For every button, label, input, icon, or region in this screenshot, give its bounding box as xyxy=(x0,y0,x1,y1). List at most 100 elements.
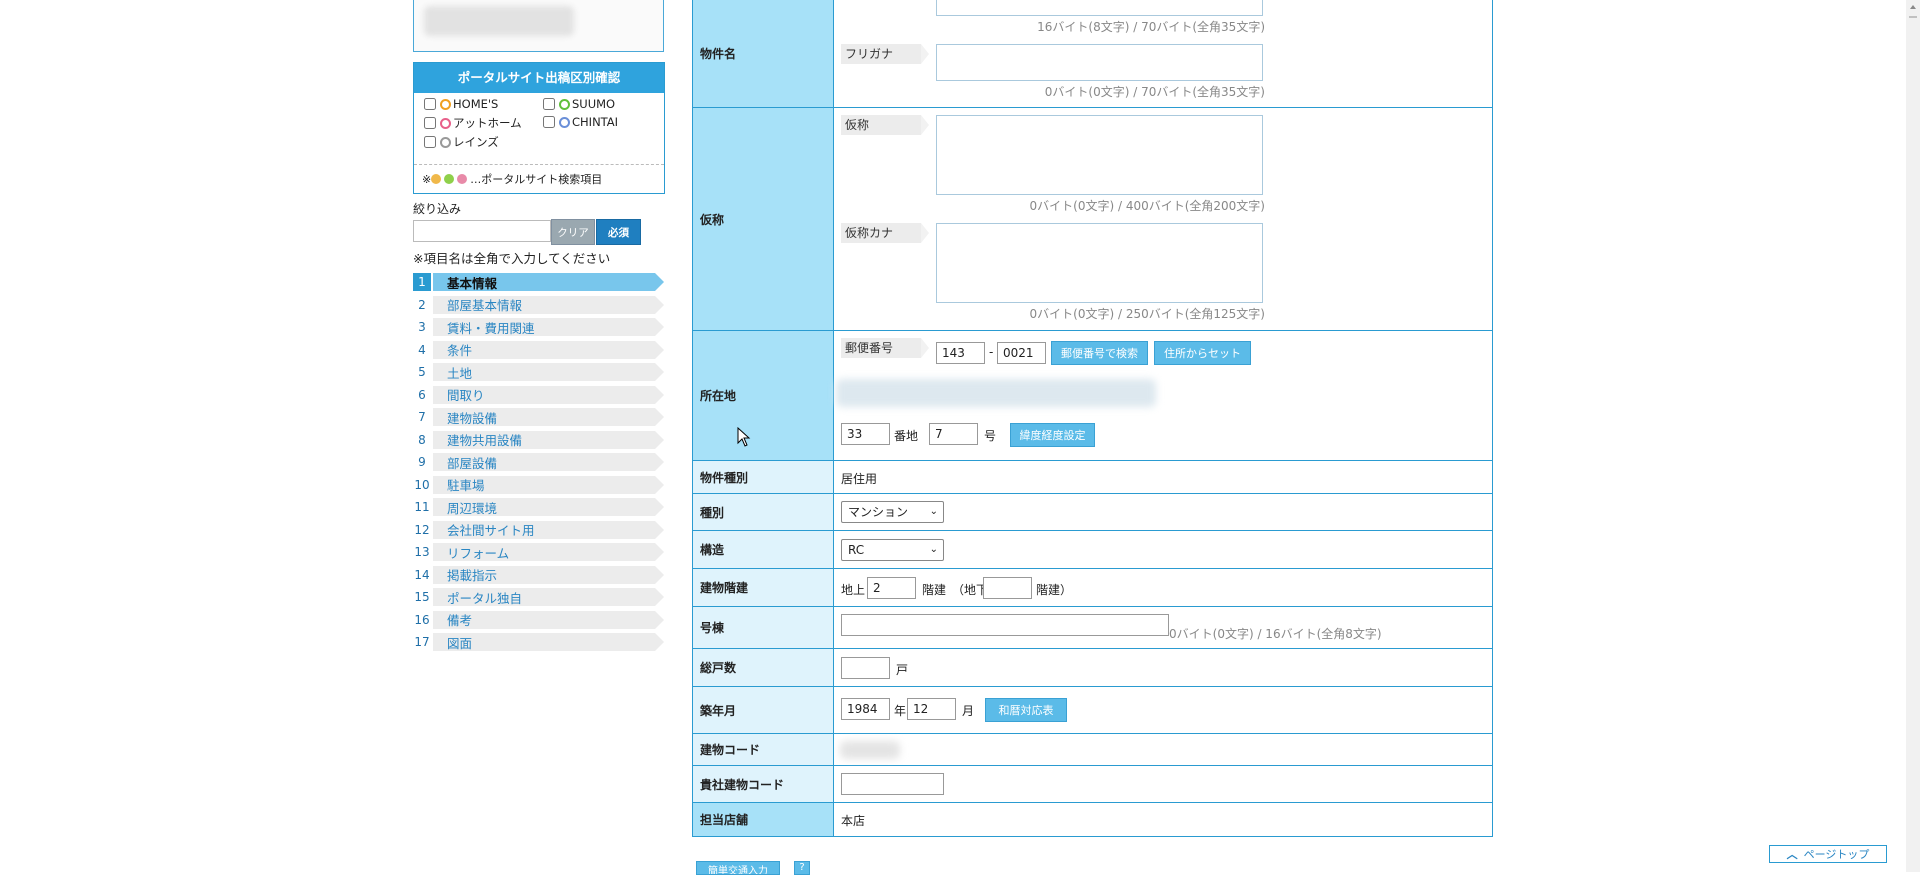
clear-button[interactable]: クリア xyxy=(551,219,595,245)
row-building-no: 号棟 0バイト(0文字) / 16バイト(全角8文字) xyxy=(693,607,1492,649)
sidebar-item-10[interactable]: 10 駐車場 xyxy=(413,474,664,497)
nav-label: 掲載指示 xyxy=(447,568,498,584)
units-input[interactable] xyxy=(841,657,890,679)
banchi-unit: 番地 xyxy=(894,429,919,443)
portal-check-reins[interactable]: レインズ xyxy=(424,134,499,150)
row-label: 物件種別 xyxy=(693,461,834,493)
row-store: 担当店舗 本店 xyxy=(693,803,1492,836)
char-counter: 0バイト(0文字) / 16バイト(全角8文字) xyxy=(1169,627,1382,641)
vertical-scrollbar[interactable] xyxy=(1906,0,1920,872)
nav-label: 建物設備 xyxy=(447,410,498,426)
scroll-up-arrow-icon[interactable] xyxy=(1906,0,1920,14)
required-button[interactable]: 必須 xyxy=(596,219,641,245)
sidebar-item-8[interactable]: 8 建物共用設備 xyxy=(413,429,664,452)
sidebar-item-1[interactable]: 1 基本情報 xyxy=(413,271,664,294)
furigana-textarea[interactable] xyxy=(936,44,1263,81)
sidebar-item-15[interactable]: 15 ポータル独自 xyxy=(413,586,664,609)
latlng-button[interactable]: 緯度経度設定 xyxy=(1010,423,1095,447)
checkbox[interactable] xyxy=(543,98,555,110)
option-label: アットホーム xyxy=(453,116,522,130)
property-type-value: 居住用 xyxy=(841,472,878,486)
below-floors-input[interactable] xyxy=(983,577,1032,599)
nav-label: 図面 xyxy=(447,635,473,651)
row-address: 所在地 郵便番号 143 - 0021 郵便番号で検索 住所からセット 33 番… xyxy=(693,331,1492,461)
sidebar-item-5[interactable]: 5 土地 xyxy=(413,361,664,384)
checkbox[interactable] xyxy=(424,136,436,148)
mouse-cursor-icon xyxy=(737,427,751,447)
sidebar-item-6[interactable]: 6 間取り xyxy=(413,384,664,407)
note-prefix: ※ xyxy=(422,172,432,186)
portal-check-suumo[interactable]: SUUMO xyxy=(543,97,615,111)
help-button[interactable]: ? xyxy=(794,861,810,875)
zip-search-button[interactable]: 郵便番号で検索 xyxy=(1051,341,1148,365)
row-units: 総戸数 戸 xyxy=(693,649,1492,687)
nav-label: ポータル独自 xyxy=(447,590,523,606)
set-from-address-button[interactable]: 住所からセット xyxy=(1154,341,1251,365)
row-label: 担当店舗 xyxy=(693,803,834,836)
your-building-code-input[interactable] xyxy=(841,773,944,795)
alias-textarea[interactable] xyxy=(936,115,1263,195)
banchi-input[interactable]: 33 xyxy=(841,423,890,445)
sidebar-item-7[interactable]: 7 建物設備 xyxy=(413,406,664,429)
nav-number: 12 xyxy=(414,522,430,537)
row-label: 号棟 xyxy=(693,607,834,648)
nav-number: 1 xyxy=(413,273,431,292)
sidebar-item-16[interactable]: 16 備考 xyxy=(413,609,664,632)
filter-input[interactable] xyxy=(413,220,551,242)
scroll-thumb[interactable] xyxy=(1909,16,1917,18)
sidebar-item-12[interactable]: 12 会社間サイト用 xyxy=(413,519,664,542)
row-label: 種別 xyxy=(693,494,834,530)
portal-legend-note: ※ …ポータルサイト検索項目 xyxy=(414,164,664,193)
sidebar-item-4[interactable]: 4 条件 xyxy=(413,339,664,362)
sidebar-item-17[interactable]: 17 図面 xyxy=(413,631,664,654)
go-input[interactable]: 7 xyxy=(929,423,978,445)
chevron-down-icon: ⌄ xyxy=(929,544,938,555)
store-value: 本店 xyxy=(841,814,866,828)
sidebar-item-9[interactable]: 9 部屋設備 xyxy=(413,451,664,474)
property-name-textarea[interactable] xyxy=(936,0,1263,16)
option-label: HOME'S xyxy=(453,97,499,111)
above-floors-input[interactable]: 2 xyxy=(867,577,916,599)
zip-first-input[interactable]: 143 xyxy=(936,342,985,364)
nav-label: 建物共用設備 xyxy=(447,433,523,449)
nav-number: 4 xyxy=(418,342,426,357)
zip-label: 郵便番号 xyxy=(841,338,929,358)
building-no-input[interactable] xyxy=(841,614,1169,636)
built-month-input[interactable]: 12 xyxy=(907,698,956,720)
checkbox[interactable] xyxy=(424,117,436,129)
sidebar-item-14[interactable]: 14 掲載指示 xyxy=(413,564,664,587)
sidebar-item-2[interactable]: 2 部屋基本情報 xyxy=(413,294,664,317)
checkbox[interactable] xyxy=(543,116,555,128)
row-label: 建物コード xyxy=(693,734,834,765)
nav-number: 14 xyxy=(414,567,430,582)
row-structure: 構造 RC ⌄ xyxy=(693,531,1492,569)
ring-icon xyxy=(440,117,451,129)
year-unit: 年 xyxy=(894,704,907,718)
sidebar-item-13[interactable]: 13 リフォーム xyxy=(413,541,664,564)
portal-check-chintai[interactable]: CHINTAI xyxy=(543,115,618,129)
ring-icon xyxy=(559,98,570,110)
chevron-down-icon: ⌄ xyxy=(929,506,938,517)
above-suffix: 階建 xyxy=(922,583,947,597)
page-top-label: ページトップ xyxy=(1803,848,1870,861)
alias-kana-textarea[interactable] xyxy=(936,223,1263,303)
portal-check-homes[interactable]: HOME'S xyxy=(424,97,498,111)
nav-number: 10 xyxy=(414,477,430,492)
structure-select[interactable]: RC ⌄ xyxy=(841,539,944,561)
sidebar-item-11[interactable]: 11 周辺環境 xyxy=(413,496,664,519)
checkbox[interactable] xyxy=(424,98,436,110)
nav-label: 周辺環境 xyxy=(447,500,498,516)
portal-check-athome[interactable]: アットホーム xyxy=(424,115,522,131)
go-unit: 号 xyxy=(984,429,997,443)
easy-transit-button[interactable]: 簡単交通入力 xyxy=(696,861,780,875)
nav-label: 駐車場 xyxy=(447,478,485,494)
zip-second-input[interactable]: 0021 xyxy=(997,342,1046,364)
built-year-input[interactable]: 1984 xyxy=(841,698,890,720)
kind-select[interactable]: マンション ⌄ xyxy=(841,501,944,523)
wareki-table-button[interactable]: 和暦対応表 xyxy=(985,698,1067,722)
section-nav: 1 基本情報 2 部屋基本情報 3 賃料・費用関連 4 条件 5 土地 6 間取り 7 建物設備 8 建物共用… xyxy=(413,271,664,654)
page-top-button[interactable]: ︿ ページトップ xyxy=(1769,845,1887,863)
sidebar-item-3[interactable]: 3 賃料・費用関連 xyxy=(413,316,664,339)
nav-number: 5 xyxy=(418,365,426,380)
option-label: SUUMO xyxy=(572,97,616,111)
